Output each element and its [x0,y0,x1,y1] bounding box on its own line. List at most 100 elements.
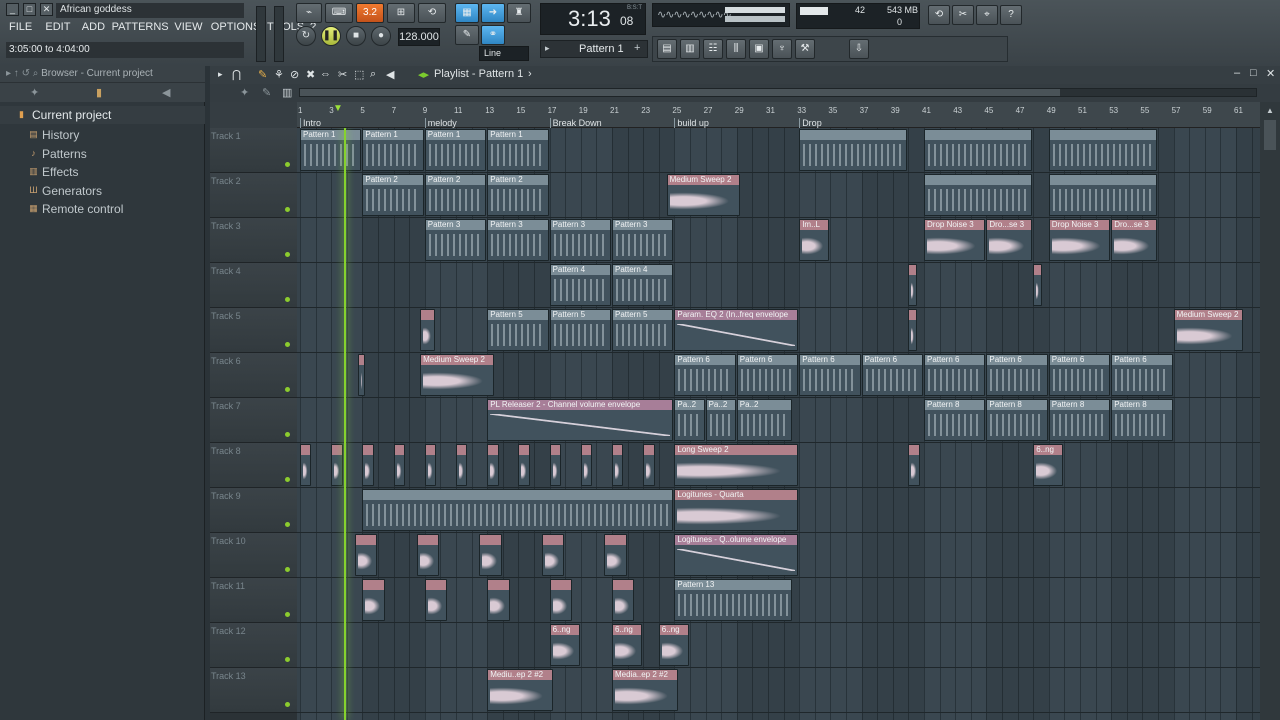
playlist-grid[interactable]: Pattern 1 Pattern 1 Pattern 1 Pattern 1 Patt… [297,128,1260,720]
loop-record-icon[interactable]: ⟲ [418,3,446,23]
playlist-clip[interactable]: Pattern 5 [612,309,674,351]
track-header[interactable]: Track 2 [210,173,297,218]
playlist-clip[interactable]: Medium Sweep 2 [666,174,741,216]
playlist-clip[interactable]: Im..L [799,219,830,261]
playlist-clip[interactable]: Pattern 3 [424,219,487,261]
playlist-clip[interactable]: Pattern 8 [1111,399,1173,441]
playlist-clip[interactable] [362,579,385,621]
magnet-icon[interactable]: ⋂ [232,68,241,81]
playlist-clip[interactable]: Pattern 6 [924,354,986,396]
time-marker[interactable]: melody [424,118,457,128]
menu-arrow-icon[interactable]: ▸ [218,69,223,80]
playlist-clip[interactable] [393,444,406,486]
countdown-button[interactable]: 3.2 [356,3,384,23]
slip-tool-icon[interactable]: ⇔ [320,68,331,80]
time-marker[interactable]: Intro [300,118,321,128]
playlist-clip[interactable]: Pattern 1 [424,129,487,171]
track-header[interactable]: Track 11 [210,578,297,623]
tools-icon[interactable]: ⚒ [795,39,815,59]
pencil-small-icon[interactable]: ✎ [262,86,271,99]
pattern-selector[interactable]: ▸ Pattern 1 + [540,40,648,58]
snap-plus-icon[interactable]: ✦ [240,86,249,99]
playlist-clip[interactable]: Dro...se 3 [1111,219,1157,261]
playlist-clip[interactable] [487,579,510,621]
playlist-clip[interactable]: Pattern 2 [362,174,424,216]
playlist-clip[interactable] [1048,129,1157,171]
track-header[interactable]: Track 10 [210,533,297,578]
pattern-song-icon[interactable]: ⌁ [296,3,322,23]
brush-tool-icon[interactable]: ⚘ [274,68,284,81]
maximize-icon[interactable]: □ [1250,67,1257,79]
master-pitch-slider[interactable] [274,6,284,62]
playlist-clip[interactable]: Pattern 6 [674,354,736,396]
playlist-clip[interactable] [417,534,440,576]
playlist-clip[interactable] [424,444,437,486]
playlist-clip[interactable]: Pattern 6 [799,354,861,396]
close-icon[interactable]: ✕ [40,3,53,16]
playlist-clip[interactable] [799,129,908,171]
restore-icon[interactable]: □ [23,3,36,16]
browser-item-patterns[interactable]: ♪ Patterns [0,145,205,163]
track-enable-led[interactable] [285,567,290,572]
track-enable-led[interactable] [285,702,290,707]
metronome-icon[interactable]: ♜ [507,3,531,23]
playlist-clip[interactable]: Pattern 8 [924,399,986,441]
playlist-clip[interactable]: Pa..2 [674,399,705,441]
playlist-clip[interactable]: Pattern 2 [487,174,549,216]
playlist-clip[interactable]: Pattern 6 [1111,354,1173,396]
playlist-clip[interactable] [424,579,448,621]
mixer-icon[interactable]: ⫼ [726,39,746,59]
menu-patterns[interactable]: PATTERNS [112,21,169,33]
playlist-clip[interactable]: Pattern 5 [487,309,549,351]
playlist-clip[interactable] [643,444,655,486]
track-header[interactable]: Track 7 [210,398,297,443]
microphone-icon[interactable]: ⌖ [976,5,998,25]
folder-icon[interactable]: ▮ [96,86,102,99]
track-enable-led[interactable] [285,522,290,527]
snap-icon[interactable]: ▦ [455,3,479,23]
snap-select[interactable]: Line [479,46,529,61]
playback-tool-icon[interactable]: ◀ [386,68,394,81]
track-header[interactable]: Track 3 [210,218,297,263]
playlist-clip[interactable] [908,444,920,486]
time-marker[interactable]: build up [674,118,709,128]
track-enable-led[interactable] [285,207,290,212]
cut-icon[interactable]: ✂ [952,5,974,25]
playlist-clip[interactable]: 6..ng [612,624,643,666]
loop-mode-icon[interactable]: ↻ [296,26,316,46]
playlist-clip[interactable] [612,579,635,621]
playlist-clip[interactable] [420,309,435,351]
playlist-clip[interactable]: 6..ng [658,624,689,666]
song-time-display[interactable]: 3:13 08 B:S:T [540,3,646,35]
playlist-clip[interactable]: Pattern 1 [487,129,549,171]
playlist-clip[interactable] [362,489,674,531]
master-volume-slider[interactable] [256,6,266,62]
track-enable-led[interactable] [285,342,290,347]
mute-tool-icon[interactable]: ⊘ [290,68,299,81]
vscroll-thumb[interactable] [1264,120,1276,150]
browser-menu-icon[interactable]: ▸ ↑ ↺ ⌕ [6,68,41,79]
track-enable-led[interactable] [285,477,290,482]
track-header[interactable]: Track 12 [210,623,297,668]
playlist-clip[interactable] [300,444,312,486]
delete-tool-icon[interactable]: ✖ [306,68,315,81]
select-tool-icon[interactable]: ⬚ [354,68,364,81]
playhead-marker-icon[interactable]: ▼ [333,103,343,114]
add-pattern-icon[interactable]: + [634,42,640,54]
tempo-display[interactable]: 128.000 [398,28,440,46]
record-button[interactable]: ● [371,26,391,46]
track-header[interactable]: Track 6 [210,353,297,398]
menu-add[interactable]: ADD [82,21,105,33]
track-enable-led[interactable] [285,612,290,617]
menu-edit[interactable]: EDIT [45,21,70,33]
playlist-clip[interactable] [456,444,468,486]
playlist-clip[interactable] [487,444,499,486]
playlist-clip[interactable]: Pattern 4 [612,264,674,306]
playlist-clip[interactable]: Drop Noise 3 [1048,219,1111,261]
track-header[interactable]: Track 1 [210,128,297,173]
pencil-icon[interactable]: ✎ [258,68,267,81]
horizontal-scrollbar[interactable] [299,88,1257,97]
track-enable-led[interactable] [285,657,290,662]
menu-file[interactable]: FILE [9,21,32,33]
playlist-clip[interactable] [908,264,917,306]
